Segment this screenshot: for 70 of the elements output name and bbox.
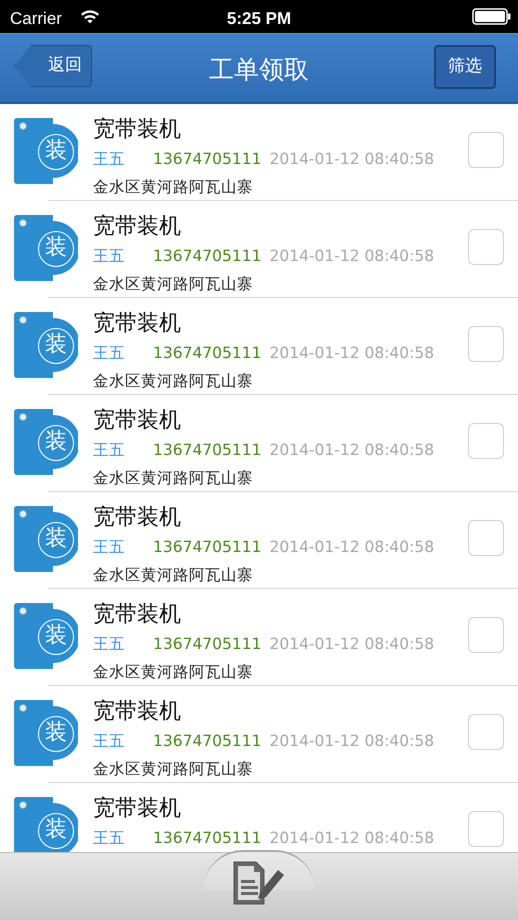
checkbox[interactable] — [468, 132, 504, 168]
page-title: 工单领取 — [208, 54, 310, 86]
badge-label: 装 — [38, 134, 74, 170]
checkbox[interactable] — [468, 229, 504, 265]
contact-name: 王五 — [93, 246, 126, 267]
tag-icon — [14, 215, 78, 281]
tag-icon — [14, 603, 78, 669]
order-title: 宽带装机 — [93, 310, 181, 338]
address-text: 金水区黄河路阿瓦山寨 — [93, 371, 253, 392]
phone-number: 13674705111 — [153, 150, 262, 168]
address-text: 金水区黄河路阿瓦山寨 — [93, 274, 253, 295]
phone-number: 13674705111 — [153, 247, 262, 265]
contact-name: 王五 — [93, 149, 126, 170]
wifi-icon — [80, 9, 100, 24]
order-title: 宽带装机 — [93, 601, 181, 629]
tag-icon — [14, 797, 78, 852]
badge-label: 装 — [38, 522, 74, 558]
address-text: 金水区黄河路阿瓦山寨 — [93, 759, 253, 780]
address-text: 金水区黄河路阿瓦山寨 — [93, 468, 253, 489]
contact-name: 王五 — [93, 731, 126, 752]
badge-label: 装 — [38, 716, 74, 752]
phone-number: 13674705111 — [153, 732, 262, 750]
phone-number: 13674705111 — [153, 441, 262, 459]
address-text: 金水区黄河路阿瓦山寨 — [93, 662, 253, 683]
badge-label: 装 — [38, 328, 74, 364]
order-time: 2014-01-12 08:40:58 — [269, 538, 434, 556]
contact-name: 王五 — [93, 343, 126, 364]
battery-icon — [472, 8, 512, 25]
order-title: 宽带装机 — [93, 504, 181, 532]
carrier-label: Carrier — [10, 9, 62, 28]
checkbox[interactable] — [468, 326, 504, 362]
checkbox[interactable] — [468, 423, 504, 459]
contact-name: 王五 — [93, 828, 126, 849]
order-title: 宽带装机 — [93, 213, 181, 241]
tag-icon — [14, 700, 78, 766]
order-time: 2014-01-12 08:40:58 — [269, 732, 434, 750]
order-time: 2014-01-12 08:40:58 — [269, 441, 434, 459]
order-title: 宽带装机 — [93, 116, 181, 144]
phone-number: 13674705111 — [153, 635, 262, 653]
tag-icon — [14, 312, 78, 378]
badge-label: 装 — [38, 619, 74, 655]
checkbox[interactable] — [468, 520, 504, 556]
clock: 5:25 PM — [226, 8, 292, 30]
phone-number: 13674705111 — [153, 538, 262, 556]
order-time: 2014-01-12 08:40:58 — [269, 150, 434, 168]
checkbox[interactable] — [468, 811, 504, 847]
contact-name: 王五 — [93, 440, 126, 461]
checkbox[interactable] — [468, 714, 504, 750]
address-text: 金水区黄河路阿瓦山寨 — [93, 177, 253, 198]
tag-icon — [14, 118, 78, 184]
badge-label: 装 — [38, 425, 74, 461]
order-title: 宽带装机 — [93, 698, 181, 726]
order-title: 宽带装机 — [93, 795, 181, 823]
order-time: 2014-01-12 08:40:58 — [269, 635, 434, 653]
phone-number: 13674705111 — [153, 829, 262, 847]
phone-number: 13674705111 — [153, 344, 262, 362]
filter-button[interactable]: 筛选 — [434, 45, 496, 89]
contact-name: 王五 — [93, 537, 126, 558]
badge-label: 装 — [38, 231, 74, 267]
address-text: 金水区黄河路阿瓦山寨 — [93, 565, 253, 586]
order-time: 2014-01-12 08:40:58 — [269, 344, 434, 362]
order-time: 2014-01-12 08:40:58 — [269, 829, 434, 847]
checkbox[interactable] — [468, 617, 504, 653]
tag-icon — [14, 409, 78, 475]
badge-label: 装 — [38, 813, 74, 849]
back-button[interactable]: 返回 — [14, 45, 92, 87]
order-title: 宽带装机 — [93, 407, 181, 435]
contact-name: 王五 — [93, 634, 126, 655]
tag-icon — [14, 506, 78, 572]
order-time: 2014-01-12 08:40:58 — [269, 247, 434, 265]
